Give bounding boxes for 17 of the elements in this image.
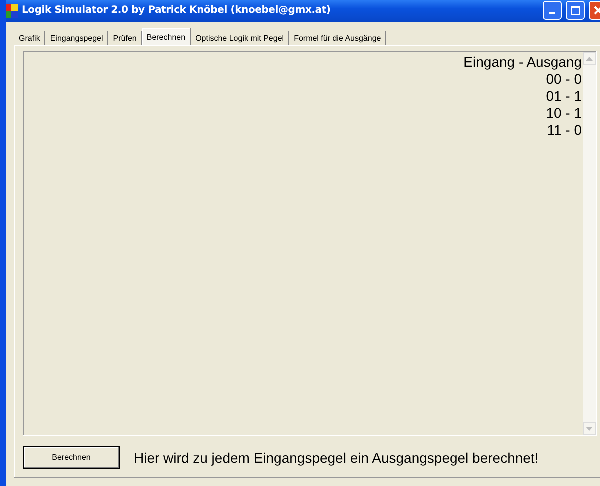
maximize-icon [571, 6, 580, 16]
up-arrow-icon [586, 56, 593, 60]
tab[interactable]: Berechnen [142, 28, 191, 45]
close-icon [594, 6, 600, 16]
hint-text: Hier wird zu jedem Eingangspegel ein Ausgangspegel berechnet! [134, 450, 539, 466]
window-title: Logik Simulator 2.0 by Patrick Knöbel (knoebel@gmx.at) [22, 5, 332, 16]
output-line: 01 - 1 [546, 88, 582, 105]
calculate-button[interactable]: Berechnen [23, 446, 120, 469]
down-arrow-icon [586, 426, 593, 430]
output-line: 10 - 1 [546, 105, 582, 122]
tab[interactable]: Optische Logik mit Pegel [190, 31, 290, 45]
minimize-button[interactable] [543, 1, 562, 20]
output-line: 00 - 0 [546, 71, 582, 88]
maximize-button[interactable] [566, 1, 585, 20]
app-icon [6, 4, 18, 18]
output-line: Eingang - Ausgang [464, 54, 582, 71]
output-line: 11 - 0 [547, 122, 582, 139]
